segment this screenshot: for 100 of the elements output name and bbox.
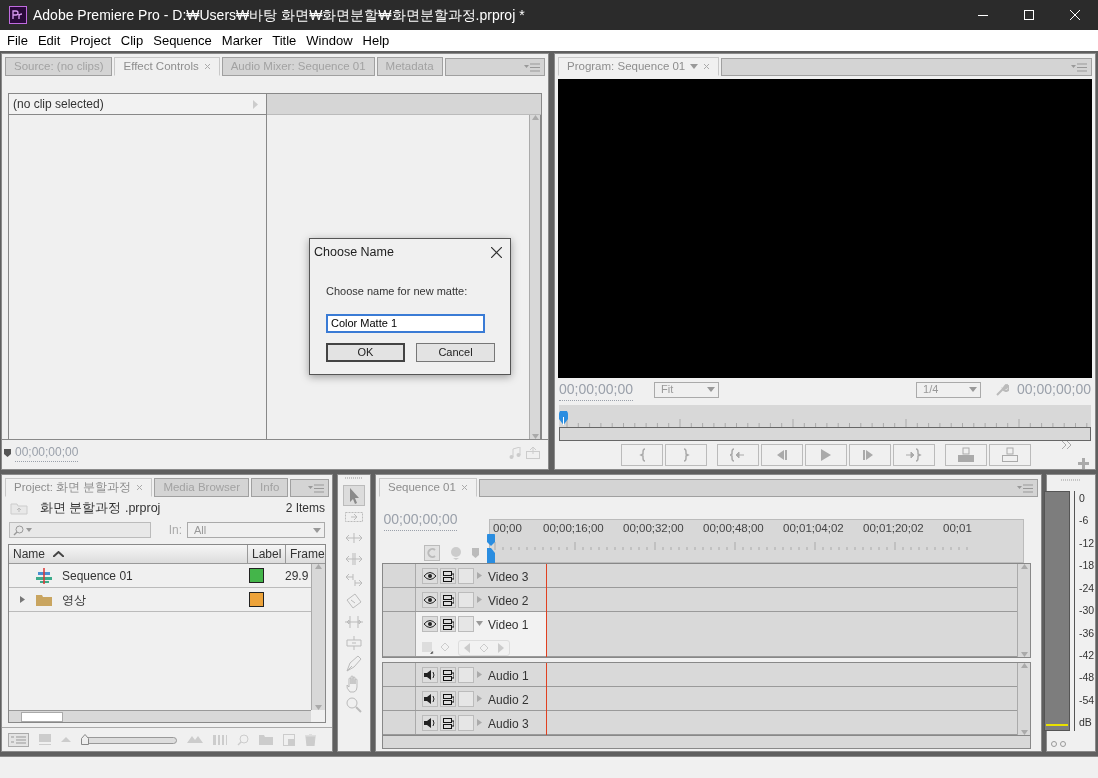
sync-lock-toggle[interactable] [440,568,456,584]
trash-icon[interactable] [305,733,316,746]
name-field[interactable]: Color Matte 1 [326,313,485,333]
item-name[interactable]: Sequence 01 [62,566,133,585]
new-item-icon[interactable] [283,733,295,746]
expand-arrow-icon[interactable] [476,596,483,603]
scrollbar[interactable] [559,427,1091,441]
list-view-icon[interactable] [8,732,29,747]
playhead-icon[interactable] [487,534,495,564]
lock-toggle[interactable] [458,592,474,608]
expand-arrow-icon[interactable] [476,572,483,579]
playhead-icon[interactable] [559,411,568,426]
lock-toggle[interactable] [458,667,474,683]
dropdown-arrow-icon[interactable] [690,64,699,69]
sync-lock-toggle[interactable] [440,667,456,683]
icon-view-icon[interactable] [39,734,51,745]
zoom-out-icon[interactable] [61,737,71,742]
panel-menu-icon[interactable] [1017,483,1033,493]
slider-thumb-icon[interactable] [81,734,89,745]
maximize-icon[interactable] [1024,10,1034,20]
sync-lock-toggle[interactable] [440,616,456,632]
storyboard-icon[interactable] [213,734,227,745]
wrench-icon[interactable] [995,382,1010,397]
scrollbar[interactable] [1017,663,1030,735]
scrollbar[interactable] [382,736,1031,749]
lift-button[interactable] [945,444,987,466]
keyframe-add-icon[interactable] [440,642,452,654]
lock-toggle[interactable] [458,715,474,731]
scroll-down-icon[interactable] [315,705,322,710]
menu-item[interactable]: Window [301,30,358,51]
menu-item[interactable]: Help [357,30,395,51]
label-color-swatch[interactable] [249,592,264,607]
panel-menu-icon[interactable] [1071,62,1087,72]
play-button[interactable] [805,444,847,466]
keyframe-icon[interactable] [480,644,488,652]
search-icon[interactable] [237,733,249,746]
item-name[interactable]: 영상 [62,590,86,609]
marker-icon[interactable] [472,548,479,558]
panel-menu-icon[interactable] [308,483,324,493]
mark-out-button[interactable] [665,444,707,466]
expand-arrow-icon[interactable] [476,695,483,702]
label-color-swatch[interactable] [249,568,264,583]
scroll-up-icon[interactable] [1020,663,1028,668]
speaker-toggle[interactable] [422,715,438,731]
step-forward-button[interactable] [849,444,891,466]
ok-button[interactable]: OK [326,342,405,362]
sort-ascending-icon[interactable] [53,551,64,557]
column-header[interactable]: Label [247,545,285,563]
export-icon[interactable] [526,446,540,459]
menu-item[interactable]: Sequence [148,30,217,51]
add-icon[interactable] [1078,458,1089,469]
lock-toggle[interactable] [458,691,474,707]
panel-menu-icon[interactable] [524,62,540,72]
menu-item[interactable]: Edit [32,30,66,51]
snap-icon[interactable] [424,545,440,561]
scrollbar[interactable] [311,564,325,710]
collapse-arrow-icon[interactable] [476,620,483,627]
sync-lock-toggle[interactable] [440,715,456,731]
marker-add-icon[interactable] [450,546,462,560]
sync-lock-toggle[interactable] [440,691,456,707]
expand-arrow-icon[interactable] [19,596,26,603]
close-icon[interactable] [491,246,502,258]
sync-lock-toggle[interactable] [440,592,456,608]
column-header[interactable]: Name [13,545,45,563]
scrollbar[interactable] [1017,564,1030,657]
keyframe-navigator[interactable] [458,640,510,656]
next-keyframe-icon[interactable] [498,643,504,653]
menu-item[interactable]: Title [267,30,302,51]
scrollbar[interactable] [9,710,311,722]
menu-item[interactable]: Project [65,30,116,51]
menu-item[interactable]: File [2,30,33,51]
eye-toggle[interactable] [422,616,438,632]
audio-note-icon[interactable] [508,446,522,459]
zoom-slider[interactable] [81,734,177,745]
lock-toggle[interactable] [458,616,474,632]
menu-item[interactable]: Marker [216,30,268,51]
expand-arrow-icon[interactable] [476,719,483,726]
step-back-button[interactable] [761,444,803,466]
expand-arrow-icon[interactable] [476,671,483,678]
more-icon[interactable] [1062,441,1072,449]
lock-toggle[interactable] [458,568,474,584]
speaker-toggle[interactable] [422,667,438,683]
cancel-button[interactable]: Cancel [416,342,495,362]
zoom-in-icon[interactable] [187,736,203,743]
scrollbar[interactable] [529,115,541,439]
eye-toggle[interactable] [422,592,438,608]
scroll-down-icon[interactable] [531,434,539,439]
folder-icon[interactable] [259,734,273,745]
extract-button[interactable] [989,444,1031,466]
go-to-in-button[interactable] [717,444,759,466]
speaker-toggle[interactable] [422,691,438,707]
display-style-icon[interactable] [422,642,434,654]
previous-keyframe-icon[interactable] [464,643,470,653]
eye-toggle[interactable] [422,568,438,584]
go-to-out-button[interactable] [893,444,935,466]
search-field[interactable] [9,522,151,538]
scroll-down-icon[interactable] [1020,652,1028,657]
column-header[interactable]: Frame [285,545,325,563]
folder-up-icon[interactable] [10,501,28,515]
menu-item[interactable]: Clip [115,30,149,51]
